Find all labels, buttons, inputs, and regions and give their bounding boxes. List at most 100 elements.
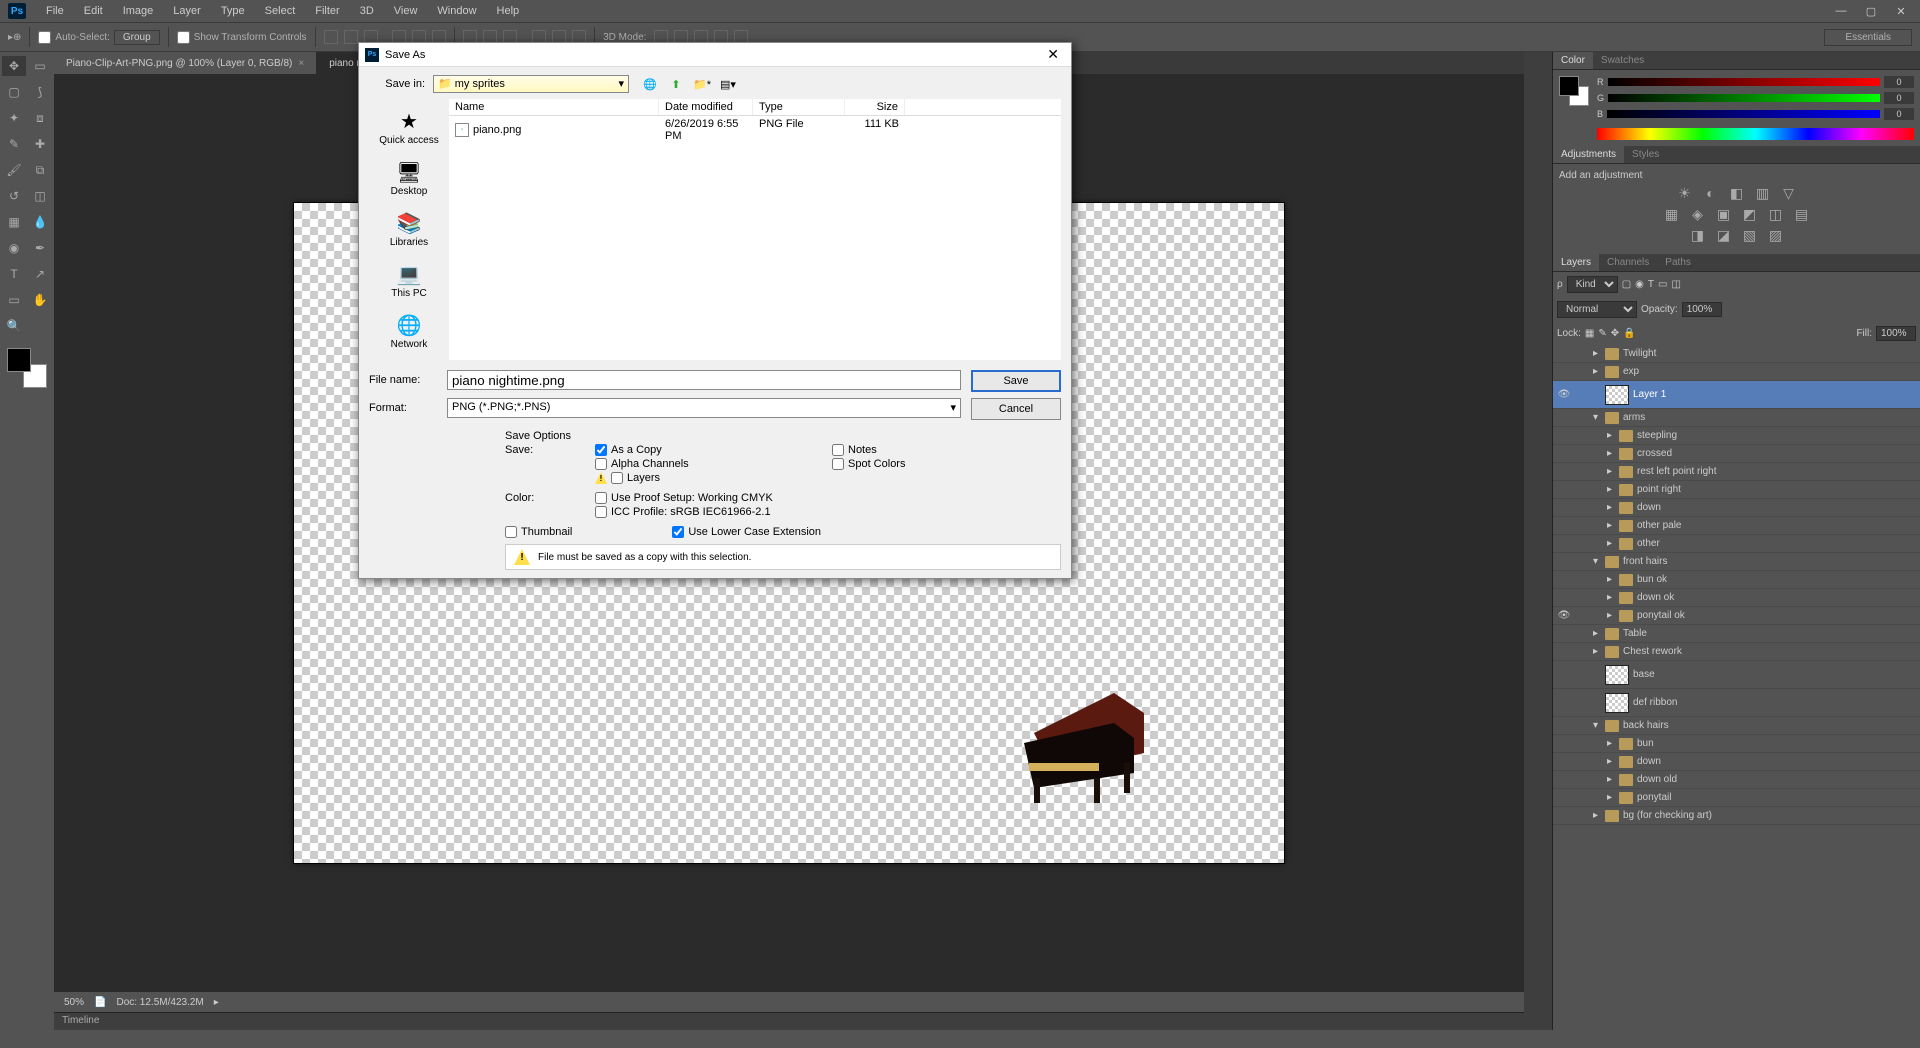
gradient-tool[interactable]: ▦: [2, 212, 26, 232]
slider-g[interactable]: [1608, 94, 1880, 102]
sidebar-libraries[interactable]: 📚Libraries: [390, 211, 428, 248]
layer-row[interactable]: ▸steepling: [1553, 427, 1920, 445]
layer-row[interactable]: ▸bun ok: [1553, 571, 1920, 589]
tab-swatches[interactable]: Swatches: [1593, 52, 1652, 69]
layer-row[interactable]: 👁Layer 1: [1553, 381, 1920, 409]
menu-file[interactable]: File: [36, 5, 74, 17]
visibility-icon[interactable]: 👁: [1557, 610, 1571, 621]
document-tab[interactable]: Piano-Clip-Art-PNG.png @ 100% (Layer 0, …: [54, 52, 317, 74]
layer-row[interactable]: ▸down: [1553, 499, 1920, 517]
hand-tool[interactable]: ✋: [28, 290, 52, 310]
new-folder-icon[interactable]: 📁*: [693, 75, 711, 93]
timeline-panel[interactable]: Timeline: [54, 1012, 1524, 1030]
menu-edit[interactable]: Edit: [74, 5, 113, 17]
layer-row[interactable]: ▸ponytail: [1553, 789, 1920, 807]
sidebar-desktop[interactable]: 🖥Desktop: [391, 160, 428, 197]
lowercase-checkbox[interactable]: Use Lower Case Extension: [672, 526, 821, 538]
menu-layer[interactable]: Layer: [163, 5, 211, 17]
layers-checkbox[interactable]: !Layers: [595, 472, 824, 484]
lasso-tool[interactable]: ⟆: [28, 82, 52, 102]
file-row[interactable]: ▫piano.png6/26/2019 6:55 PMPNG File111 K…: [449, 116, 1061, 144]
layer-row[interactable]: def ribbon: [1553, 689, 1920, 717]
menu-type[interactable]: Type: [211, 5, 255, 17]
layer-row[interactable]: ▸exp: [1553, 363, 1920, 381]
pen-tool[interactable]: ✒: [28, 238, 52, 258]
layer-row[interactable]: ▸other: [1553, 535, 1920, 553]
maximize-button[interactable]: ▢: [1862, 5, 1880, 18]
layer-row[interactable]: ▸point right: [1553, 481, 1920, 499]
type-tool[interactable]: T: [2, 264, 26, 284]
dodge-tool[interactable]: ◉: [2, 238, 26, 258]
menu-image[interactable]: Image: [113, 5, 164, 17]
menu-help[interactable]: Help: [487, 5, 530, 17]
alpha-checkbox[interactable]: Alpha Channels: [595, 458, 824, 470]
stamp-tool[interactable]: ⧉: [28, 160, 52, 180]
minimize-button[interactable]: —: [1832, 5, 1850, 18]
tab-adjustments[interactable]: Adjustments: [1553, 146, 1624, 163]
notes-checkbox[interactable]: Notes: [832, 444, 1061, 456]
dock-strip[interactable]: [1524, 52, 1552, 1030]
wand-tool[interactable]: ✦: [2, 108, 26, 128]
layer-row[interactable]: ▾arms: [1553, 409, 1920, 427]
heal-tool[interactable]: ✚: [28, 134, 52, 154]
layer-row[interactable]: ▸other pale: [1553, 517, 1920, 535]
marquee-tool[interactable]: ▢: [2, 82, 26, 102]
eraser-tool[interactable]: ◫: [28, 186, 52, 206]
dialog-close-button[interactable]: ✕: [1041, 46, 1065, 63]
slider-b[interactable]: [1607, 110, 1880, 118]
color-swatch[interactable]: [1559, 76, 1589, 106]
blend-mode[interactable]: Normal: [1557, 301, 1637, 318]
workspace-selector[interactable]: Essentials: [1824, 29, 1912, 46]
filename-input[interactable]: [447, 370, 961, 390]
sidebar-this-pc[interactable]: 💻This PC: [391, 262, 427, 299]
auto-select-mode[interactable]: Group: [114, 30, 160, 45]
history-brush-tool[interactable]: ↺: [2, 186, 26, 206]
auto-select[interactable]: Auto-Select: Group: [38, 30, 159, 45]
sidebar-quick-access[interactable]: ★Quick access: [379, 109, 438, 146]
format-combo[interactable]: PNG (*.PNG;*.PNS)▾: [447, 398, 961, 418]
layer-row[interactable]: ▸down old: [1553, 771, 1920, 789]
tab-channels[interactable]: Channels: [1599, 254, 1657, 271]
layer-row[interactable]: ▾back hairs: [1553, 717, 1920, 735]
menu-3d[interactable]: 3D: [350, 5, 384, 17]
artboard-tool[interactable]: ▭: [28, 56, 52, 76]
sidebar-network[interactable]: 🌐Network: [391, 313, 428, 350]
fill-input[interactable]: [1876, 326, 1916, 341]
close-button[interactable]: ✕: [1892, 5, 1910, 18]
layer-row[interactable]: ▸bg (for checking art): [1553, 807, 1920, 825]
close-tab-icon[interactable]: ×: [298, 58, 304, 69]
layer-row[interactable]: base: [1553, 661, 1920, 689]
brush-tool[interactable]: 🖌: [2, 160, 26, 180]
layer-row[interactable]: ▸Table: [1553, 625, 1920, 643]
menu-filter[interactable]: Filter: [305, 5, 349, 17]
layer-row[interactable]: ▸bun: [1553, 735, 1920, 753]
show-transform[interactable]: Show Transform Controls: [177, 31, 307, 44]
tab-paths[interactable]: Paths: [1657, 254, 1699, 271]
save-button[interactable]: Save: [971, 370, 1061, 392]
layer-row[interactable]: ▸Twilight: [1553, 345, 1920, 363]
spot-checkbox[interactable]: Spot Colors: [832, 458, 1061, 470]
blur-tool[interactable]: 💧: [28, 212, 52, 232]
slider-r[interactable]: [1608, 78, 1881, 86]
proof-checkbox[interactable]: Use Proof Setup: Working CMYK: [595, 492, 1061, 504]
up-icon[interactable]: ⬆: [667, 75, 685, 93]
dialog-title-bar[interactable]: Ps Save As ✕: [359, 43, 1071, 67]
tab-styles[interactable]: Styles: [1624, 146, 1667, 163]
path-tool[interactable]: ↗: [28, 264, 52, 284]
zoom-tool[interactable]: 🔍: [2, 316, 26, 336]
menu-view[interactable]: View: [384, 5, 428, 17]
cancel-button[interactable]: Cancel: [971, 398, 1061, 420]
color-spectrum[interactable]: [1597, 128, 1914, 140]
eyedropper-tool[interactable]: ✎: [2, 134, 26, 154]
icc-checkbox[interactable]: ICC Profile: sRGB IEC61966-2.1: [595, 506, 1061, 518]
layer-row[interactable]: 👁▸ponytail ok: [1553, 607, 1920, 625]
view-icon[interactable]: ▤▾: [719, 75, 737, 93]
save-in-combo[interactable]: 📁 my sprites▾: [433, 75, 629, 93]
layer-row[interactable]: ▾front hairs: [1553, 553, 1920, 571]
tab-layers[interactable]: Layers: [1553, 254, 1599, 271]
menu-window[interactable]: Window: [427, 5, 486, 17]
thumbnail-checkbox[interactable]: Thumbnail: [505, 526, 572, 538]
back-icon[interactable]: 🌐: [641, 75, 659, 93]
layer-row[interactable]: ▸down: [1553, 753, 1920, 771]
as-copy-checkbox[interactable]: As a Copy: [595, 444, 824, 456]
